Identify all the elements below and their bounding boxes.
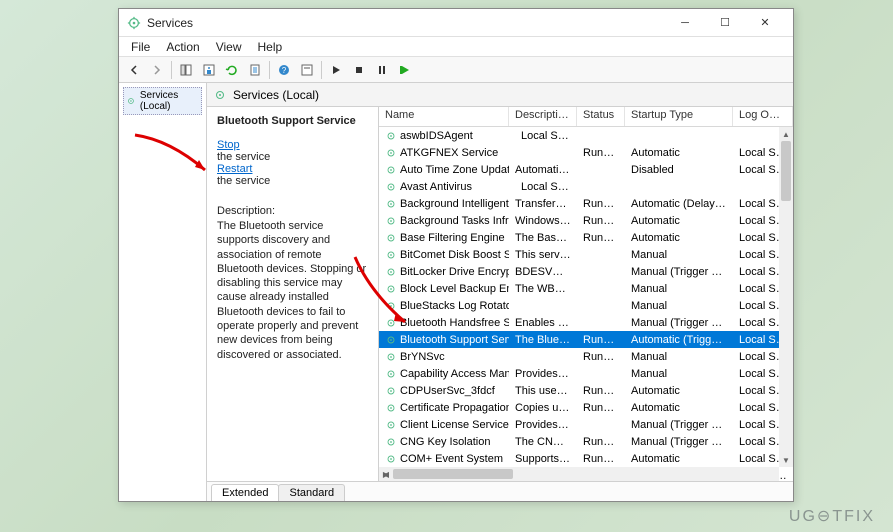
gear-icon — [213, 88, 227, 102]
start-service-button[interactable] — [325, 59, 347, 81]
scrollbar-vertical[interactable]: ▲ ▼ — [779, 127, 793, 467]
menu-action[interactable]: Action — [158, 38, 207, 56]
col-name[interactable]: Name — [379, 107, 509, 126]
services-icon — [127, 16, 141, 30]
column-headers: Name Description Status Startup Type Log… — [379, 107, 793, 127]
service-row[interactable]: Avast AntivirusLocal System — [379, 178, 793, 195]
stop-service-link[interactable]: Stop — [217, 139, 368, 151]
window-controls: ─ ☐ ✕ — [665, 9, 785, 37]
scroll-up-icon[interactable]: ▲ — [779, 127, 793, 141]
content-area: Services (Local) Services (Local) Blueto… — [119, 83, 793, 501]
main-heading-text: Services (Local) — [233, 88, 319, 102]
service-row[interactable]: aswbIDSAgentLocal System — [379, 127, 793, 144]
split-view: Bluetooth Support Service Stop the servi… — [207, 107, 793, 481]
main-panel: Services (Local) Bluetooth Support Servi… — [207, 83, 793, 501]
titlebar[interactable]: Services ─ ☐ ✕ — [119, 9, 793, 37]
service-row[interactable]: Background Tasks Infrastruc...Windows in… — [379, 212, 793, 229]
service-row[interactable]: Auto Time Zone UpdaterAutomaticall...Dis… — [379, 161, 793, 178]
properties2-button[interactable] — [296, 59, 318, 81]
col-description[interactable]: Description — [509, 107, 577, 126]
service-row[interactable]: BlueStacks Log Rotator Servi...ManualLoc… — [379, 297, 793, 314]
col-status[interactable]: Status — [577, 107, 625, 126]
svg-text:?: ? — [282, 66, 287, 75]
service-row[interactable]: Bluetooth Handsfree ServiceEnables wire.… — [379, 314, 793, 331]
menubar: File Action View Help — [119, 37, 793, 57]
tab-standard[interactable]: Standard — [278, 484, 345, 501]
service-row[interactable]: BitLocker Drive Encryption S...BDESVC ho… — [379, 263, 793, 280]
scroll-thumb-v[interactable] — [781, 141, 791, 201]
service-row[interactable]: CNG Key IsolationThe CNG ke...RunningMan… — [379, 433, 793, 450]
service-row[interactable]: BrYNSvcRunningManualLocal System — [379, 348, 793, 365]
service-row[interactable]: Base Filtering EngineThe Base Filt...Run… — [379, 229, 793, 246]
stop-service-button[interactable] — [348, 59, 370, 81]
service-row[interactable]: ATKGFNEX ServiceRunningAutomaticLocal Sy… — [379, 144, 793, 161]
col-startup-type[interactable]: Startup Type — [625, 107, 733, 126]
service-row[interactable]: Client License Service (ClipSV...Provide… — [379, 416, 793, 433]
description-text: The Bluetooth service supports discovery… — [217, 219, 368, 362]
watermark-logo: UG⊖TFIX — [789, 506, 875, 526]
minimize-button[interactable]: ─ — [665, 9, 705, 37]
menu-view[interactable]: View — [208, 38, 250, 56]
main-heading: Services (Local) — [207, 83, 793, 107]
pause-service-button[interactable] — [371, 59, 393, 81]
window-title: Services — [147, 16, 665, 30]
left-tree-panel: Services (Local) — [119, 83, 207, 501]
toolbar: ? — [119, 57, 793, 83]
service-row[interactable]: Certificate PropagationCopies user ...Ru… — [379, 399, 793, 416]
restart-service-link[interactable]: Restart — [217, 163, 368, 175]
service-row[interactable]: CDPUserSvc_3fdcfThis user ser...RunningA… — [379, 382, 793, 399]
menu-file[interactable]: File — [123, 38, 158, 56]
help-button[interactable]: ? — [273, 59, 295, 81]
menu-help[interactable]: Help — [250, 38, 291, 56]
tree-label: Services (Local) — [140, 90, 199, 112]
service-row[interactable]: Bluetooth Support ServiceThe Bluetoo...R… — [379, 331, 793, 348]
scrollbar-horizontal[interactable]: ◀ ▶ — [379, 467, 779, 481]
maximize-button[interactable]: ☐ — [705, 9, 745, 37]
scroll-right-icon[interactable]: ▶ — [379, 467, 393, 481]
restart-service-button[interactable] — [394, 59, 416, 81]
detail-panel: Bluetooth Support Service Stop the servi… — [207, 107, 379, 481]
selected-service-name: Bluetooth Support Service — [217, 115, 368, 127]
export-button[interactable] — [244, 59, 266, 81]
service-row[interactable]: BitComet Disk Boost ServiceThis service … — [379, 246, 793, 263]
forward-button[interactable] — [146, 59, 168, 81]
service-row[interactable]: Capability Access Manager S...Provides f… — [379, 365, 793, 382]
services-window: Services ─ ☐ ✕ File Action View Help ? — [118, 8, 794, 502]
service-list: Name Description Status Startup Type Log… — [379, 107, 793, 481]
show-hide-tree-button[interactable] — [175, 59, 197, 81]
scroll-thumb-h[interactable] — [393, 469, 513, 479]
properties-icon[interactable] — [198, 59, 220, 81]
scroll-down-icon[interactable]: ▼ — [779, 453, 793, 467]
description-label: Description: — [217, 205, 368, 217]
service-row[interactable]: COM+ Event SystemSupports Sy...RunningAu… — [379, 450, 793, 467]
service-rows: aswbIDSAgentLocal SystemATKGFNEX Service… — [379, 127, 793, 481]
refresh-button[interactable] — [221, 59, 243, 81]
service-row[interactable]: Block Level Backup Engine S...The WBENGI… — [379, 280, 793, 297]
tab-extended[interactable]: Extended — [211, 484, 279, 501]
col-log-on-as[interactable]: Log On As — [733, 107, 793, 126]
close-button[interactable]: ✕ — [745, 9, 785, 37]
tree-services-local[interactable]: Services (Local) — [123, 87, 202, 115]
view-tabs: Extended Standard — [207, 481, 793, 501]
gear-icon — [126, 95, 136, 107]
back-button[interactable] — [123, 59, 145, 81]
service-row[interactable]: Background Intelligent Tran...Transfers … — [379, 195, 793, 212]
